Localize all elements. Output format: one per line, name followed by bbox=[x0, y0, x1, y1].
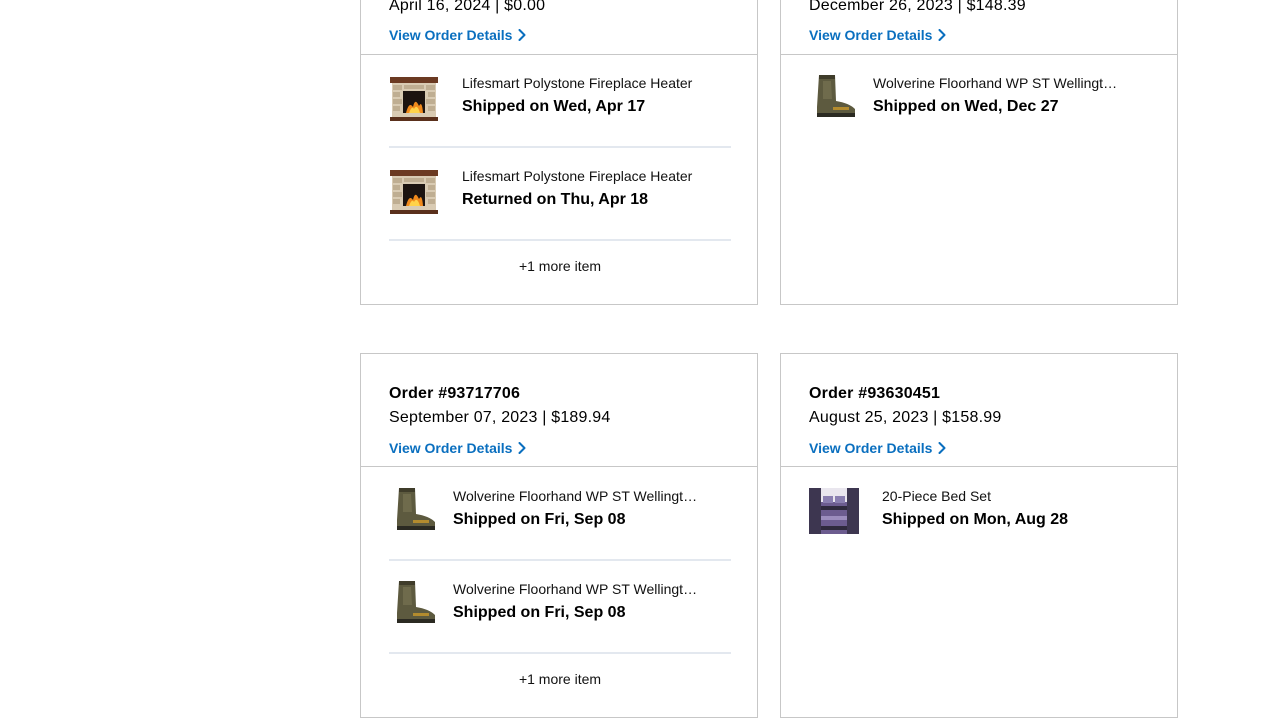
item-status: Shipped on Wed, Dec 27 bbox=[873, 98, 1059, 115]
item-name[interactable]: Lifesmart Polystone Fireplace Heater bbox=[462, 75, 731, 91]
chevron-right-icon bbox=[938, 29, 946, 41]
order-card: April 16, 2024 | $0.00 View Order Detail… bbox=[360, 0, 758, 305]
item-separator bbox=[389, 239, 731, 241]
view-order-details-link[interactable]: View Order Details bbox=[389, 27, 526, 43]
work-boot-thumbnail[interactable] bbox=[809, 71, 859, 121]
view-order-details-label: View Order Details bbox=[809, 27, 933, 43]
item-status: Returned on Thu, Apr 18 bbox=[462, 191, 649, 208]
order-date-total: April 16, 2024 | $0.00 bbox=[389, 0, 546, 14]
view-order-details-label: View Order Details bbox=[389, 440, 513, 456]
order-item[interactable]: Wolverine Floorhand WP ST Wellingt… Ship… bbox=[389, 577, 731, 637]
card-divider bbox=[781, 466, 1177, 467]
fireplace-heater-thumbnail[interactable] bbox=[389, 73, 439, 123]
order-number: Order #93717706 bbox=[389, 385, 521, 402]
order-item[interactable]: Wolverine Floorhand WP ST Wellingt… Ship… bbox=[809, 71, 1151, 131]
item-status: Shipped on Wed, Apr 17 bbox=[462, 98, 646, 115]
order-date-total: August 25, 2023 | $158.99 bbox=[809, 409, 1002, 426]
fireplace-heater-thumbnail[interactable] bbox=[389, 166, 439, 216]
work-boot-thumbnail[interactable] bbox=[389, 577, 439, 627]
item-status: Shipped on Fri, Sep 08 bbox=[453, 511, 626, 528]
item-name[interactable]: Wolverine Floorhand WP ST Wellingt… bbox=[873, 75, 1151, 91]
view-order-details-link[interactable]: View Order Details bbox=[389, 440, 526, 456]
chevron-right-icon bbox=[938, 442, 946, 454]
item-name[interactable]: 20-Piece Bed Set bbox=[882, 488, 1151, 504]
order-date-total: December 26, 2023 | $148.39 bbox=[809, 0, 1026, 14]
order-item[interactable]: 20-Piece Bed Set Shipped on Mon, Aug 28 bbox=[809, 488, 1151, 548]
order-item[interactable]: Lifesmart Polystone Fireplace Heater Ret… bbox=[389, 166, 731, 226]
order-card: December 26, 2023 | $148.39 View Order D… bbox=[780, 0, 1178, 305]
work-boot-thumbnail[interactable] bbox=[389, 484, 439, 534]
view-order-details-link[interactable]: View Order Details bbox=[809, 440, 946, 456]
more-items-link[interactable]: +1 more item bbox=[361, 671, 759, 687]
view-order-details-label: View Order Details bbox=[389, 27, 513, 43]
item-name[interactable]: Wolverine Floorhand WP ST Wellingt… bbox=[453, 488, 723, 504]
card-divider bbox=[781, 54, 1177, 55]
bed-set-thumbnail[interactable] bbox=[809, 488, 859, 534]
item-status: Shipped on Mon, Aug 28 bbox=[882, 511, 1069, 528]
item-separator bbox=[389, 559, 731, 561]
view-order-details-link[interactable]: View Order Details bbox=[809, 27, 946, 43]
item-status: Shipped on Fri, Sep 08 bbox=[453, 604, 626, 621]
order-number: Order #93630451 bbox=[809, 385, 941, 402]
order-date-total: September 07, 2023 | $189.94 bbox=[389, 409, 611, 426]
item-name[interactable]: Wolverine Floorhand WP ST Wellingt… bbox=[453, 581, 723, 597]
card-divider bbox=[361, 466, 757, 467]
order-item[interactable]: Lifesmart Polystone Fireplace Heater Shi… bbox=[389, 73, 731, 133]
item-separator bbox=[389, 146, 731, 148]
view-order-details-label: View Order Details bbox=[809, 440, 933, 456]
item-separator bbox=[389, 652, 731, 654]
card-divider bbox=[361, 54, 757, 55]
item-name[interactable]: Lifesmart Polystone Fireplace Heater bbox=[462, 168, 731, 184]
order-card: Order #93717706 September 07, 2023 | $18… bbox=[360, 353, 758, 718]
more-items-link[interactable]: +1 more item bbox=[361, 258, 759, 274]
chevron-right-icon bbox=[518, 442, 526, 454]
chevron-right-icon bbox=[518, 29, 526, 41]
order-item[interactable]: Wolverine Floorhand WP ST Wellingt… Ship… bbox=[389, 484, 731, 544]
order-card: Order #93630451 August 25, 2023 | $158.9… bbox=[780, 353, 1178, 718]
